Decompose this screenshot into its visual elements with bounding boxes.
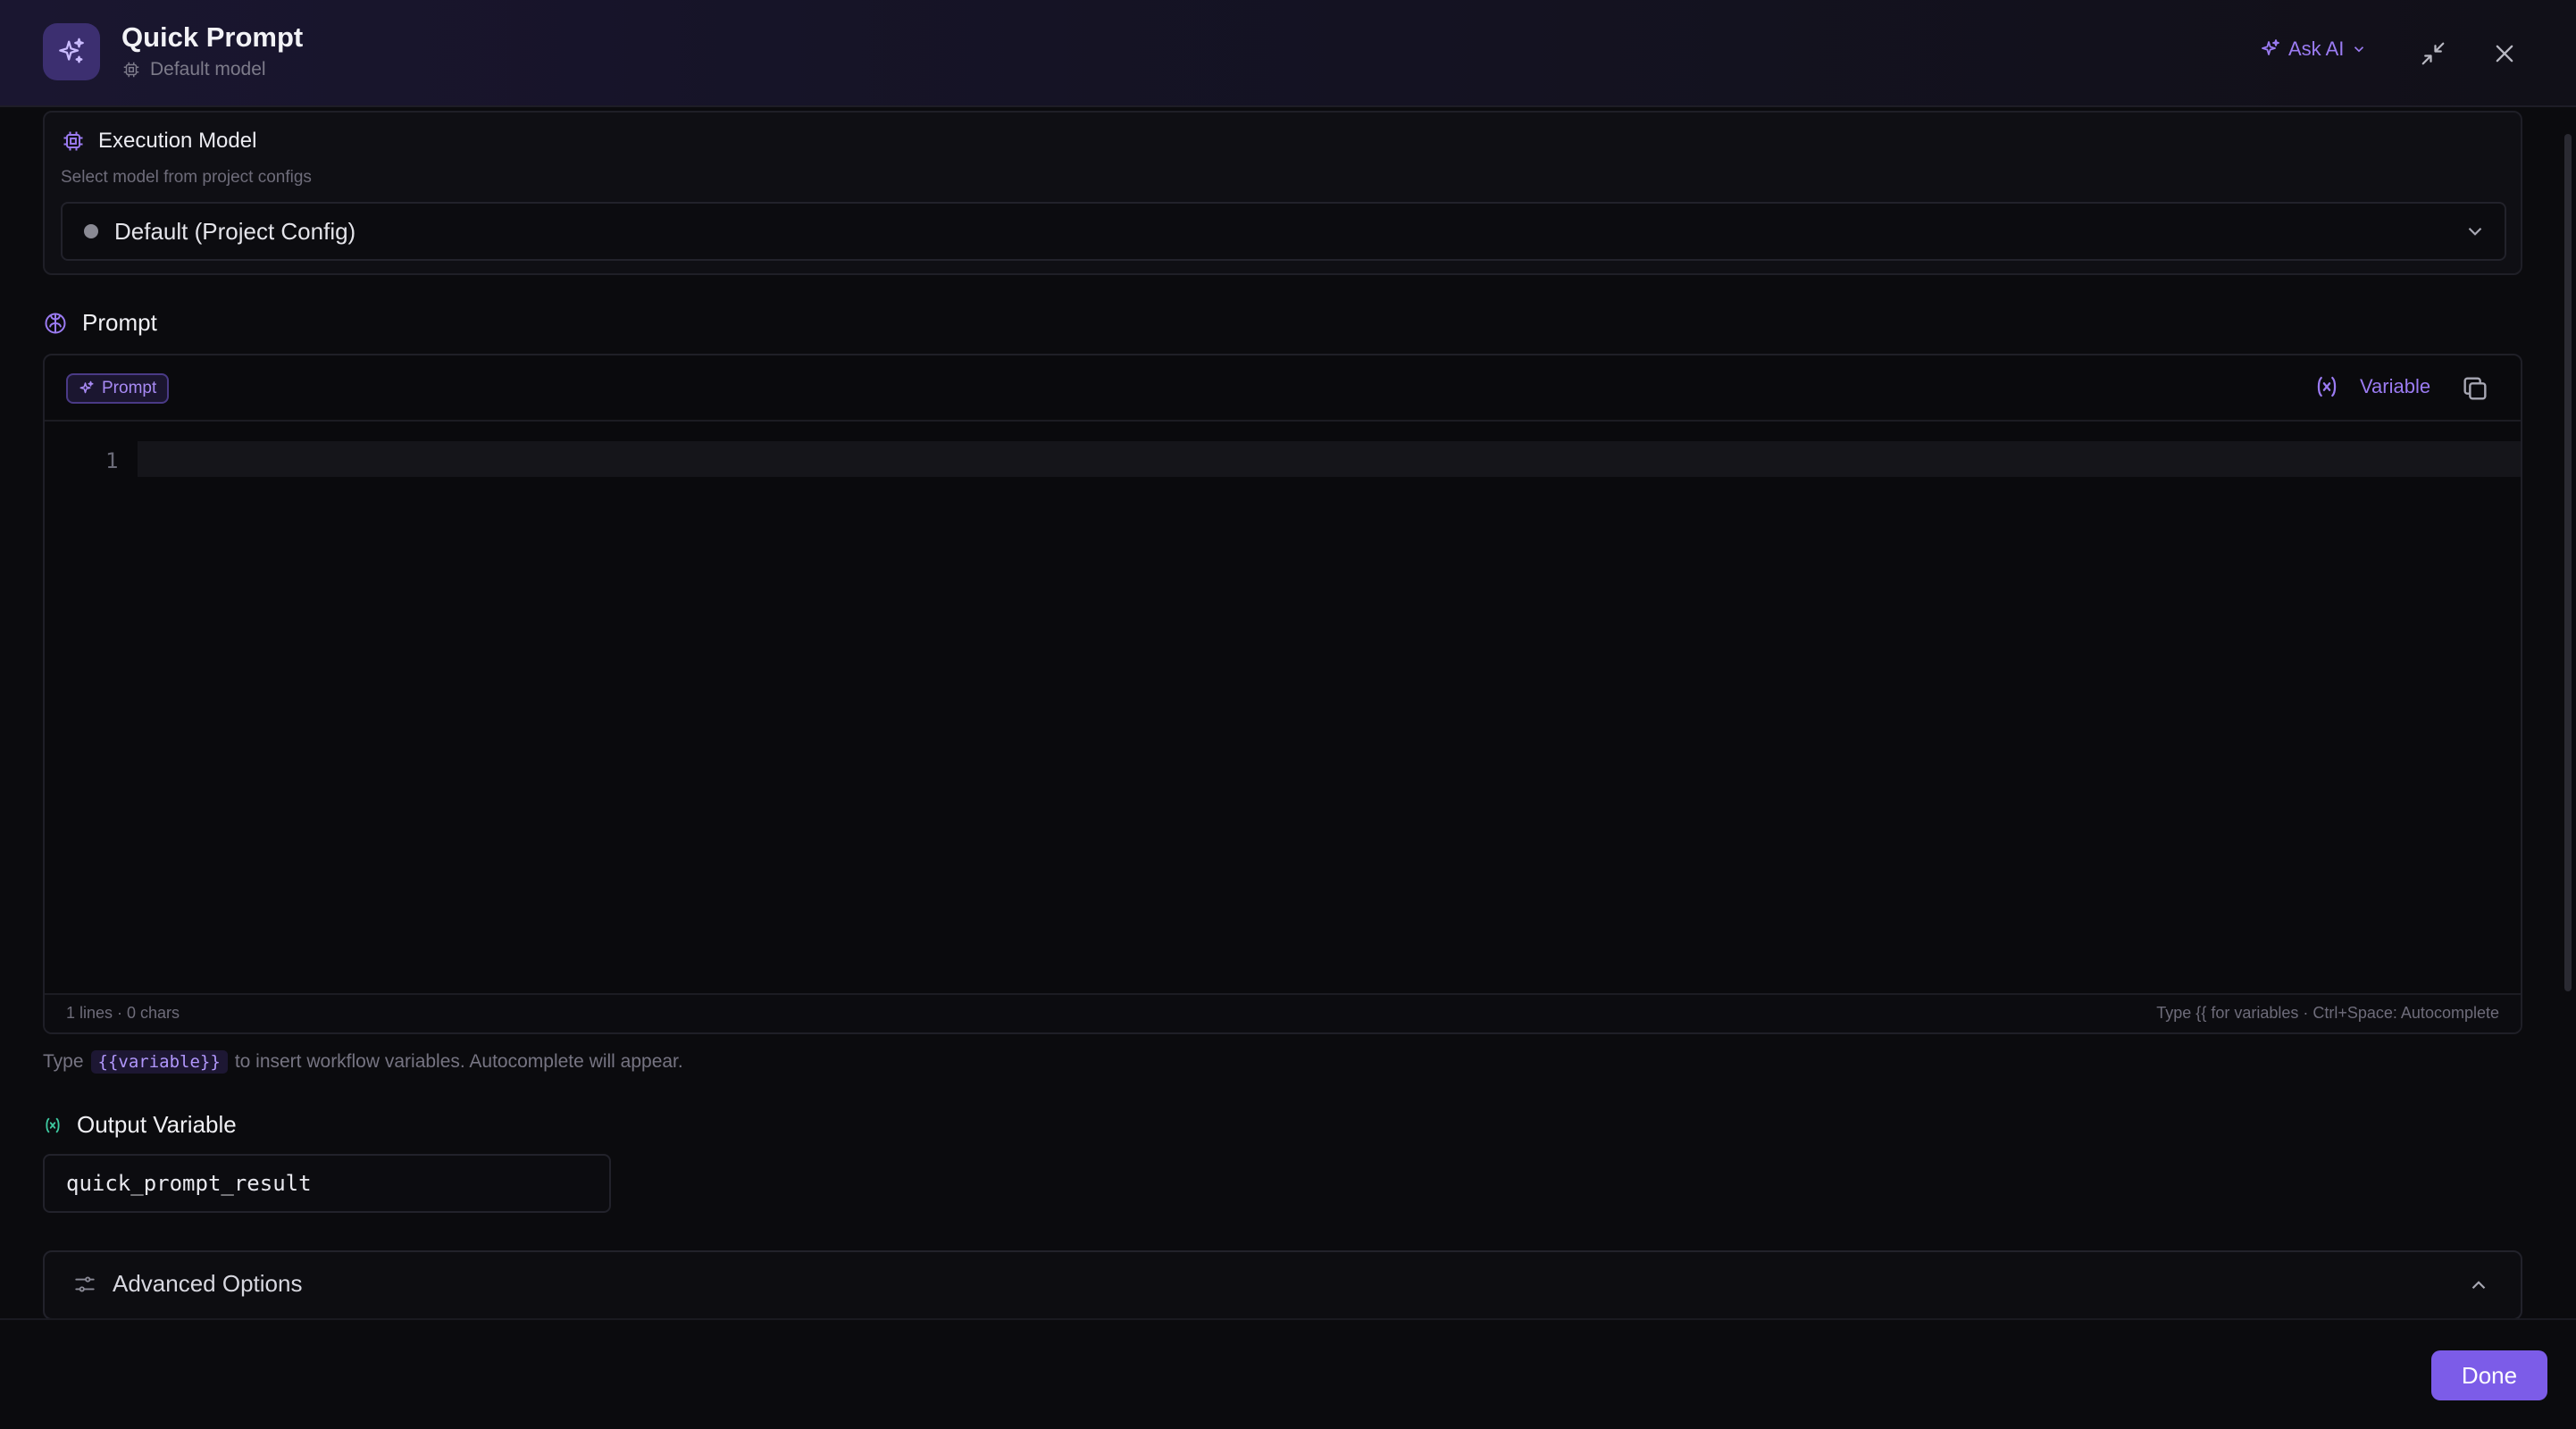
ask-ai-button[interactable]: Ask AI — [2260, 38, 2367, 61]
output-variable-heading: Output Variable — [43, 1111, 237, 1139]
copy-icon — [2460, 373, 2492, 404]
copy-button[interactable] — [2460, 373, 2492, 405]
editor-toolbar: Prompt Variable — [45, 355, 2521, 422]
variable-hint: Type {{variable}} to insert workflow var… — [43, 1050, 683, 1074]
advanced-options-label: Advanced Options — [113, 1270, 303, 1297]
sparkles-icon — [43, 23, 100, 80]
execution-model-heading: Execution Model — [61, 129, 256, 154]
prompt-editor: Prompt Variable 1 1 lines · 0 chars Type… — [43, 354, 2522, 1034]
close-icon — [2492, 41, 2517, 66]
model-select-value: Default (Project Config) — [114, 217, 356, 245]
prompt-heading: Prompt — [43, 309, 157, 337]
chevron-down-icon — [2463, 220, 2487, 243]
brain-icon — [43, 311, 68, 336]
done-button[interactable]: Done — [2431, 1350, 2547, 1400]
output-variable-title: Output Variable — [77, 1111, 237, 1138]
editor-stats: 1 lines · 0 chars — [66, 1004, 180, 1022]
sliders-icon — [73, 1273, 96, 1296]
function-variable-icon — [43, 1116, 63, 1135]
dialog-header: Quick Prompt Default model Ask AI — [0, 0, 2576, 107]
ask-ai-label: Ask AI — [2288, 38, 2345, 60]
hint-prefix: Type — [43, 1051, 84, 1072]
sparkles-icon — [2260, 38, 2281, 60]
minimize-button[interactable] — [2415, 36, 2451, 71]
dialog-title: Quick Prompt — [121, 21, 304, 53]
variable-label: Variable — [2360, 375, 2431, 397]
output-variable-input[interactable]: quick_prompt_result — [43, 1154, 611, 1213]
insert-variable-button[interactable]: Variable — [2313, 373, 2430, 400]
hint-suffix: to insert workflow variables. Autocomple… — [234, 1051, 683, 1072]
advanced-options-header: Advanced Options — [73, 1270, 302, 1298]
line-number: 1 — [105, 448, 119, 473]
prompt-badge-label: Prompt — [102, 379, 157, 397]
scrollbar-thumb[interactable] — [2564, 134, 2572, 991]
editor-status-bar: 1 lines · 0 chars Type {{ for variables … — [45, 993, 2521, 1032]
cpu-chip-icon — [121, 60, 141, 79]
function-variable-icon — [2313, 373, 2340, 400]
execution-model-card: Execution Model Select model from projec… — [43, 111, 2522, 275]
dialog-footer — [0, 1318, 2576, 1429]
chevron-up-icon — [2467, 1274, 2490, 1297]
close-button[interactable] — [2487, 36, 2522, 71]
advanced-options-toggle[interactable]: Advanced Options — [43, 1250, 2522, 1320]
model-select[interactable]: Default (Project Config) — [61, 202, 2506, 261]
cpu-chip-icon — [61, 129, 86, 154]
hint-code: {{variable}} — [90, 1050, 228, 1074]
prompt-title: Prompt — [82, 309, 157, 336]
prompt-code-area[interactable] — [138, 441, 2513, 1013]
chevron-down-icon — [2351, 41, 2367, 57]
editor-shortcuts-hint: Type {{ for variables · Ctrl+Space: Auto… — [2156, 1004, 2499, 1022]
sparkles-icon — [79, 380, 95, 397]
execution-model-title: Execution Model — [98, 129, 257, 153]
minimize-icon — [2420, 40, 2446, 67]
model-subtitle: Default model — [121, 59, 266, 80]
status-dot — [84, 224, 98, 238]
prompt-badge: Prompt — [66, 373, 170, 404]
execution-model-description: Select model from project configs — [61, 168, 312, 187]
subtitle-text: Default model — [150, 59, 266, 79]
